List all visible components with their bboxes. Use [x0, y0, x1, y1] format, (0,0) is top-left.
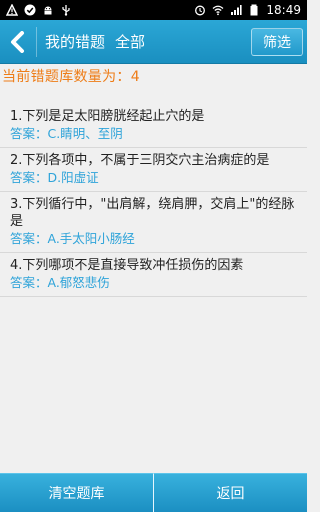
question-answer: 答案：A.郁怒悲伤 — [10, 275, 110, 290]
check-circle-icon — [24, 4, 36, 16]
title-divider — [36, 26, 37, 57]
question-list: 1.下列是足太阳膀胱经起止穴的是 答案：C.睛明、至阴 2.下列各项中，不属于三… — [0, 104, 307, 297]
question-answer: 答案：A.手太阳小肠经 — [10, 231, 135, 246]
filter-button[interactable]: 筛选 — [251, 28, 303, 56]
usb-icon — [62, 5, 70, 16]
question-text: 2.下列各项中，不属于三阴交穴主治病症的是 — [10, 153, 270, 168]
back-arrow-button[interactable] — [0, 20, 36, 64]
android-icon — [44, 6, 52, 15]
list-item[interactable]: 1.下列是足太阳膀胱经起止穴的是 答案：C.睛明、至阴 — [0, 104, 307, 148]
battery-icon — [250, 4, 258, 16]
chevron-left-icon — [11, 30, 24, 53]
list-item[interactable]: 3.下列循行中，"出肩解，绕肩胛，交肩上"的经脉是 答案：A.手太阳小肠经 — [0, 192, 307, 253]
status-left-icons — [6, 4, 72, 16]
list-item[interactable]: 4.下列哪项不是直接导致冲任损伤的因素 答案：A.郁怒悲伤 — [0, 253, 307, 297]
question-text: 1.下列是足太阳膀胱经起止穴的是 — [10, 109, 205, 124]
wifi-icon — [212, 5, 224, 16]
question-text: 4.下列哪项不是直接导致冲任损伤的因素 — [10, 258, 244, 273]
clear-bank-button[interactable]: 清空题库 — [0, 473, 153, 512]
question-answer: 答案：D.阳虚证 — [10, 170, 99, 185]
status-right-icons: 18:49 — [194, 3, 301, 17]
filter-scope-label: 全部 — [115, 33, 146, 51]
page-title: 我的错题 — [45, 33, 106, 51]
status-time: 18:49 — [266, 3, 301, 17]
signal-icon — [231, 5, 243, 15]
wrong-question-count: 当前错题库数量为：4 — [2, 69, 140, 85]
status-bar: 18:49 — [0, 0, 307, 20]
title-bar: 我的错题 全部 筛选 — [0, 20, 307, 64]
warning-icon — [6, 4, 18, 16]
bottom-bar: 清空题库 返回 — [0, 473, 307, 512]
list-item[interactable]: 2.下列各项中，不属于三阴交穴主治病症的是 答案：D.阳虚证 — [0, 148, 307, 192]
question-text: 3.下列循行中，"出肩解，绕肩胛，交肩上"的经脉是 — [10, 197, 295, 229]
back-button[interactable]: 返回 — [153, 473, 307, 512]
question-answer: 答案：C.睛明、至阴 — [10, 126, 123, 141]
alarm-icon — [195, 5, 206, 16]
